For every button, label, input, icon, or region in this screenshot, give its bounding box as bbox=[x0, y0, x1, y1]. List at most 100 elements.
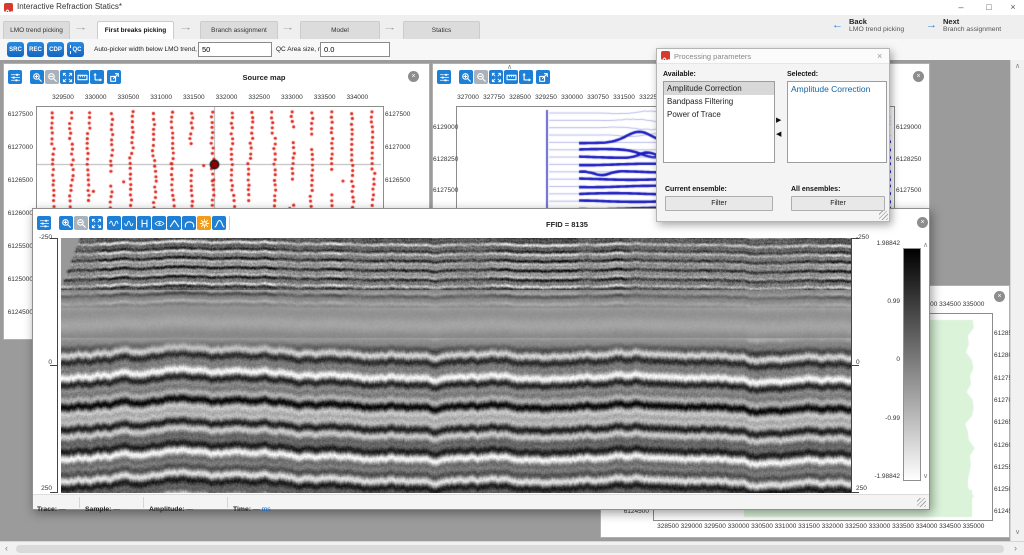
curve-button[interactable] bbox=[212, 216, 226, 230]
wiggle-negative-icon bbox=[124, 218, 135, 229]
axis-tick-label: 329250 bbox=[535, 94, 557, 101]
fit-view-button[interactable] bbox=[89, 216, 103, 230]
horizontal-scrollbar[interactable]: ‹ › bbox=[0, 541, 1024, 555]
vertical-scrollbar[interactable]: ∧ ∨ bbox=[1010, 60, 1024, 541]
axis-tick-label: 331000 bbox=[775, 523, 797, 530]
wiggle-positive-button[interactable] bbox=[107, 216, 121, 230]
all-ensembles-filter-button[interactable]: Filter bbox=[791, 196, 885, 211]
axis-tick-label: 0 bbox=[851, 356, 900, 363]
zoom-in-button[interactable] bbox=[459, 70, 473, 84]
selected-list[interactable]: Amplitude Correction bbox=[787, 81, 887, 163]
zoom-in-button[interactable] bbox=[30, 70, 44, 84]
settings-button[interactable] bbox=[37, 216, 51, 230]
scrollbar-thumb[interactable] bbox=[16, 545, 1004, 553]
axes-button[interactable] bbox=[90, 70, 104, 84]
zoom-out-button[interactable] bbox=[474, 70, 488, 84]
tab-model[interactable]: Model bbox=[300, 21, 380, 39]
maximize-button[interactable]: □ bbox=[978, 0, 1000, 14]
eye-button[interactable] bbox=[152, 216, 166, 230]
seismic-image[interactable] bbox=[61, 238, 851, 493]
trace-header-button[interactable] bbox=[137, 216, 151, 230]
settings-icon bbox=[39, 218, 50, 229]
colorbar-up-icon[interactable]: ∧ bbox=[923, 242, 928, 249]
src-mode-button[interactable]: SRC bbox=[7, 42, 24, 57]
zoom-out-button[interactable] bbox=[74, 216, 88, 230]
export-button[interactable] bbox=[107, 70, 121, 84]
axis-tick-label: 6125500 bbox=[4, 243, 33, 250]
available-item[interactable]: Power of Trace bbox=[664, 108, 774, 121]
dialog-titlebar[interactable]: Processing parameters × bbox=[657, 49, 889, 64]
axes-icon bbox=[521, 72, 532, 83]
export-button[interactable] bbox=[536, 70, 550, 84]
toolbar-divider bbox=[229, 216, 230, 230]
wiggle-negative-button[interactable] bbox=[122, 216, 136, 230]
current-ensemble-filter-button[interactable]: Filter bbox=[665, 196, 773, 211]
selected-item[interactable]: Amplitude Correction bbox=[788, 82, 886, 96]
source-map-close-icon[interactable]: × bbox=[408, 71, 419, 82]
axis-tick-label: 329500 bbox=[704, 523, 726, 530]
zoom-out-icon bbox=[47, 72, 58, 83]
scroll-down-icon[interactable]: ∨ bbox=[1015, 529, 1020, 536]
tab-statics[interactable]: Statics bbox=[403, 21, 480, 39]
axis-tick-label: 6128250 bbox=[896, 156, 921, 163]
dialog-close-icon[interactable]: × bbox=[877, 51, 882, 61]
colorbar-down-icon[interactable]: ∨ bbox=[923, 473, 928, 480]
scroll-up-icon[interactable]: ∧ bbox=[1015, 63, 1020, 70]
settings-button[interactable] bbox=[437, 70, 451, 84]
tab-branch-assignment[interactable]: Branch assignment bbox=[200, 21, 278, 39]
processing-gear-button[interactable] bbox=[197, 216, 211, 230]
axes-icon bbox=[92, 72, 103, 83]
available-list[interactable]: Amplitude CorrectionBandpass FilteringPo… bbox=[663, 81, 775, 163]
processing-parameters-dialog: Processing parameters × Available: Selec… bbox=[656, 48, 890, 222]
next-sublabel: Branch assignment bbox=[943, 26, 1001, 33]
available-item[interactable]: Amplitude Correction bbox=[664, 82, 774, 95]
minimize-button[interactable]: – bbox=[950, 0, 972, 14]
ffid-close-icon[interactable]: × bbox=[917, 217, 928, 228]
available-item[interactable]: Bandpass Filtering bbox=[664, 95, 774, 108]
cdp-mode-button[interactable]: CDP bbox=[47, 42, 64, 57]
scale-1-1-button[interactable] bbox=[75, 70, 89, 84]
qc-area-input[interactable] bbox=[320, 42, 390, 57]
qc-map-close-icon[interactable]: × bbox=[994, 291, 1005, 302]
scroll-left-icon[interactable]: ‹ bbox=[5, 545, 8, 552]
move-left-icon[interactable]: ◀ bbox=[776, 131, 781, 139]
next-button[interactable]: Next Branch assignment bbox=[943, 17, 1001, 33]
axis-tick-label: 327000 bbox=[457, 94, 479, 101]
tab-lmo-trend-picking[interactable]: LMO trend picking bbox=[3, 21, 70, 39]
zoom-in-icon bbox=[461, 72, 472, 83]
workflow-arrow-icon: → bbox=[178, 22, 192, 32]
rec-mode-button[interactable]: REC bbox=[27, 42, 44, 57]
axes-button[interactable] bbox=[519, 70, 533, 84]
axis-tick-label: 0 bbox=[33, 359, 52, 366]
traces-close-icon[interactable]: × bbox=[913, 71, 924, 82]
dialog-resize-grip[interactable] bbox=[879, 211, 888, 220]
tab-first-breaks-picking[interactable]: First breaks picking bbox=[97, 21, 174, 39]
axis-tick-label: 6127500 bbox=[433, 187, 453, 194]
ffid-gather-window: FFID = 8135 × ∧ ∨ ‹ Trace: —Sample: —Amp… bbox=[32, 208, 930, 510]
settings-button[interactable] bbox=[8, 70, 22, 84]
resize-grip[interactable] bbox=[917, 498, 926, 507]
dialog-title: Processing parameters bbox=[674, 52, 751, 61]
fit-view-button[interactable] bbox=[489, 70, 503, 84]
status-trace: Trace: — bbox=[37, 498, 66, 516]
qc-mode-button[interactable]: QC bbox=[67, 42, 84, 57]
fit-view-button[interactable] bbox=[60, 70, 74, 84]
zoom-in-button[interactable] bbox=[59, 216, 73, 230]
scroll-right-icon[interactable]: › bbox=[1014, 545, 1017, 552]
back-button[interactable]: Back LMO trend picking bbox=[849, 17, 904, 33]
axis-tick-label: 331000 bbox=[150, 94, 172, 101]
scale-1-1-icon bbox=[506, 72, 517, 83]
processing-gear-icon bbox=[199, 218, 210, 229]
axis-tick-label: 0.99 bbox=[851, 298, 900, 305]
axis-tick-label: 330750 bbox=[587, 94, 609, 101]
scale-1-1-button[interactable] bbox=[504, 70, 518, 84]
axis-tick-label: 6126500 bbox=[385, 177, 410, 184]
move-right-icon[interactable]: ▶ bbox=[776, 117, 781, 125]
zoom-out-button[interactable] bbox=[45, 70, 59, 84]
autopicker-input[interactable] bbox=[198, 42, 272, 57]
axis-tick-label: 6129000 bbox=[433, 124, 453, 131]
envelope-button[interactable] bbox=[182, 216, 196, 230]
axis-tick-label: 6126000 bbox=[4, 210, 33, 217]
close-button[interactable]: × bbox=[1002, 0, 1024, 14]
peak-button[interactable] bbox=[167, 216, 181, 230]
